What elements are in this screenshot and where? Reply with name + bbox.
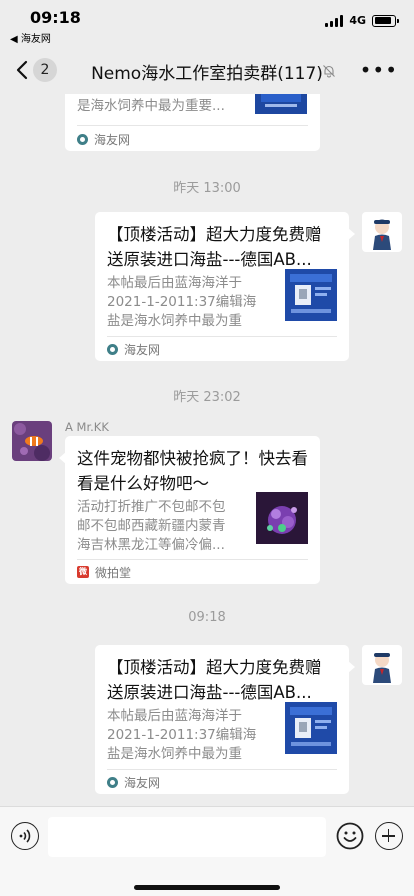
link-card-message[interactable]: 是海水饲养中最为重要... 海友网 [65,94,320,151]
weipaitang-logo-icon: 微 [77,566,89,578]
link-card-title: 【顶楼活动】超大力度免费赠送原装进口海盐---德国AB... [107,225,322,269]
back-to-app-link[interactable]: ◀ 海友网 [10,30,51,45]
mute-bell-icon [323,65,335,78]
chevron-left-icon [16,60,28,80]
link-card-source-name: 海友网 [124,342,161,357]
link-card-description: 是海水饲养中最为重要... [77,98,225,114]
link-card-title: 【顶楼活动】超大力度免费赠送原装进口海盐---德国AB... [107,658,322,702]
status-time: 09:18 [30,8,81,27]
haiyou-logo-icon [77,133,88,145]
network-type: 4G [349,14,366,27]
link-card-source-name: 海友网 [94,132,131,147]
my-avatar[interactable] [362,212,402,252]
chat-title: Nemo海水工作室拍卖群(117) [91,64,323,84]
link-card-divider [107,336,337,337]
link-card-divider [107,769,337,770]
emoji-icon [336,822,364,850]
more-options-button[interactable]: ••• [360,60,398,80]
message-timestamp: 昨天 23:02 [173,390,241,405]
sender-avatar[interactable] [12,421,52,461]
status-bar: 09:18 ◀ 海友网 4G [0,0,414,46]
link-card-source: 微 微拍堂 [77,562,131,582]
unread-count-badge[interactable]: 2 [33,58,57,82]
link-card-message[interactable]: 这件宠物都快被抢疯了！快去看看是什么好物吧～ 活动打折推广不包邮不包邮不包邮西藏… [59,436,320,584]
back-button[interactable] [12,58,34,82]
link-card-divider [77,559,308,560]
chat-header: 2 Nemo海水工作室拍卖群(117) ••• [0,46,414,94]
link-card-title: 这件宠物都快被抢疯了！快去看看是什么好物吧～ [77,449,308,493]
sender-name: A Mr.KK [65,420,109,434]
input-bar [0,806,414,896]
link-card-source-name: 海友网 [124,775,161,790]
link-card-divider [77,125,308,126]
link-card-description: 活动打折推广不包邮不包邮不包邮西藏新疆内蒙青海吉林黑龙江等偏冷偏... [77,499,226,553]
link-card-source: 海友网 [107,339,160,359]
battery-icon [372,14,399,27]
link-card-source-name: 微拍堂 [95,565,132,580]
emoji-button[interactable] [336,822,364,850]
home-indicator[interactable] [134,885,280,890]
voice-button[interactable] [11,822,39,850]
voice-icon [19,829,31,843]
link-card-source: 海友网 [107,772,160,792]
plus-button[interactable] [375,822,403,850]
link-card-thumbnail [255,94,307,114]
message-list[interactable]: 是海水饲养中最为重要... 海友网 昨天 13:00 【顶楼活动】超大力度免费赠… [0,94,414,806]
link-card-message[interactable]: 【顶楼活动】超大力度免费赠送原装进口海盐---德国AB... 本帖最后由蓝海海洋… [95,645,355,794]
status-indicators: 4G [325,14,399,27]
link-card-thumbnail [285,269,337,321]
link-card-thumbnail [285,702,337,754]
my-avatar[interactable] [362,645,402,685]
link-card-source: 海友网 [77,129,130,149]
link-card-description: 本帖最后由蓝海海洋于2021-1-2011:37编辑海盐是海水饲养中最为重要..… [107,275,257,329]
link-card-thumbnail [256,492,308,544]
link-card-description: 本帖最后由蓝海海洋于2021-1-2011:37编辑海盐是海水饲养中最为重要..… [107,708,257,762]
message-timestamp: 昨天 13:00 [173,181,241,196]
signal-icon [325,14,344,27]
message-input[interactable] [48,817,326,857]
message-timestamp: 09:18 [188,610,226,625]
haiyou-logo-icon [107,343,118,355]
haiyou-logo-icon [107,776,118,788]
link-card-message[interactable]: 【顶楼活动】超大力度免费赠送原装进口海盐---德国AB... 本帖最后由蓝海海洋… [95,212,355,361]
